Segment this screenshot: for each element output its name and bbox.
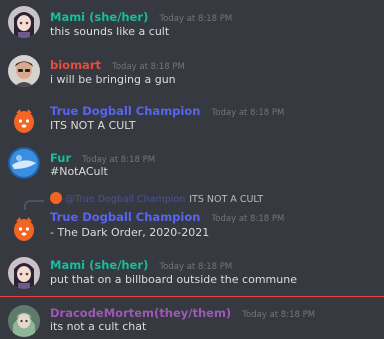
reply-preview-text: ITS NOT A CULT (189, 194, 264, 205)
timestamp: Today at 8:18 PM (112, 62, 185, 72)
username[interactable]: True Dogball Champion (50, 104, 200, 118)
user-avatar[interactable] (8, 103, 40, 135)
anime-girl-avatar-icon (8, 257, 40, 289)
reply-username[interactable]: @True Dogball Champion (65, 194, 185, 205)
user-avatar[interactable] (8, 147, 40, 179)
dogball-mini-avatar-icon (50, 192, 62, 204)
timestamp: Today at 8:18 PM (159, 262, 233, 272)
planet-avatar-icon (8, 147, 40, 179)
username[interactable]: Fur (50, 151, 71, 165)
message-content: i will be bringing a gun (50, 73, 176, 86)
username[interactable]: biomart (50, 58, 101, 72)
anime-girl-avatar-icon (8, 6, 40, 38)
user-avatar[interactable] (8, 6, 40, 38)
message-content: this sounds like a cult (50, 25, 170, 38)
username[interactable]: Mami (she/her) (50, 10, 148, 24)
person-photo-avatar-icon (8, 55, 40, 87)
reply-reference[interactable]: @True Dogball Champion ITS NOT A CULT (50, 192, 263, 207)
message-content: #NotACult (50, 165, 108, 178)
timestamp: Today at 8:18 PM (211, 214, 285, 224)
message-content: - The Dark Order, 2020-2021 (50, 226, 210, 239)
username[interactable]: DracodeMortem(they/them) (50, 306, 231, 320)
dogball-avatar-icon (8, 211, 40, 243)
user-avatar[interactable] (8, 257, 40, 289)
character-avatar-icon (8, 305, 40, 337)
username[interactable]: True Dogball Champion (50, 210, 200, 224)
dogball-avatar-icon (8, 103, 40, 135)
user-avatar[interactable] (8, 211, 40, 243)
timestamp: Today at 8:18 PM (211, 108, 285, 118)
new-messages-divider (0, 296, 384, 297)
message-content: ITS NOT A CULT (50, 119, 136, 132)
username[interactable]: Mami (she/her) (50, 258, 148, 272)
message-content: its not a cult chat (50, 320, 147, 333)
user-avatar[interactable] (8, 55, 40, 87)
timestamp: Today at 8:18 PM (242, 310, 316, 320)
reply-connector (24, 200, 44, 210)
user-avatar[interactable] (8, 305, 40, 337)
message-content: put that on a billboard outside the comm… (50, 273, 297, 286)
timestamp: Today at 8:18 PM (159, 14, 233, 24)
